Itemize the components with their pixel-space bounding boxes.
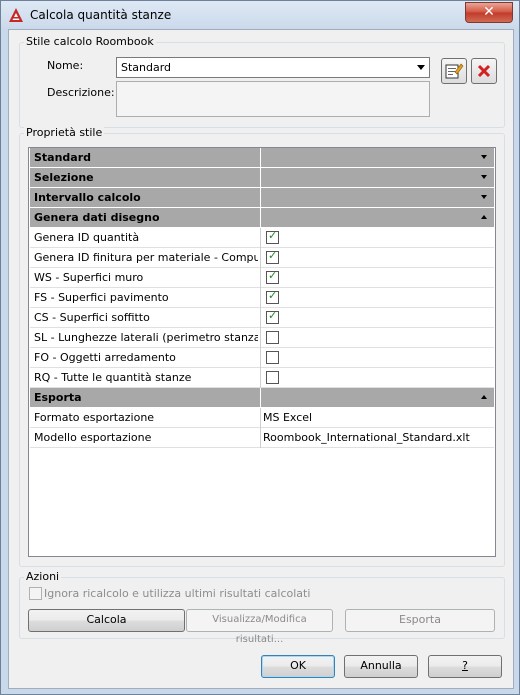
property-grid[interactable]: Standard Selezione Intervallo calcolo Gener… (28, 147, 496, 557)
description-field[interactable] (116, 81, 430, 117)
view-edit-results-button[interactable]: Visualizza/Modifica risultati... (186, 609, 333, 645)
column-divider (260, 288, 261, 308)
style-group-label: Stile calcolo Roombook (24, 35, 156, 48)
calcola-button[interactable]: Calcola (28, 609, 185, 632)
property-label: Genera ID quantità (34, 231, 140, 244)
property-checkbox[interactable]: ✓ (266, 229, 279, 244)
column-divider (260, 228, 261, 248)
property-checkbox[interactable]: ✓ (266, 269, 279, 284)
expand-arrow-icon[interactable] (481, 175, 487, 179)
close-button[interactable]: ✕ (465, 2, 513, 23)
category-label: Esporta (34, 391, 82, 404)
help-button[interactable]: ? (428, 655, 502, 678)
property-label: SL - Lunghezze laterali (perimetro stanz… (34, 331, 258, 344)
property-row[interactable]: FO - Oggetti arredamento (30, 348, 494, 368)
column-divider (260, 428, 261, 448)
property-value[interactable]: MS Excel (263, 411, 312, 424)
cancel-button[interactable]: Annulla (344, 655, 418, 678)
ignore-recalc-checkbox[interactable] (29, 587, 42, 600)
collapse-arrow-icon[interactable] (481, 215, 487, 219)
checkmark-icon: ✓ (268, 289, 278, 302)
title-bar[interactable]: Calcola quantità stanze ✕ (1, 1, 519, 29)
property-row[interactable]: SL - Lunghezze laterali (perimetro stanz… (30, 328, 494, 348)
checkmark-icon: ✓ (268, 269, 278, 282)
property-category-row[interactable]: Standard (30, 148, 494, 168)
property-label: WS - Superfici muro (34, 271, 144, 284)
checkmark-icon: ✓ (268, 249, 278, 262)
ignore-recalc-label: Ignora ricalcolo e utilizza ultimi risul… (44, 587, 311, 600)
edit-style-icon (445, 63, 464, 79)
category-label: Intervallo calcolo (34, 191, 141, 204)
expand-arrow-icon[interactable] (481, 195, 487, 199)
property-label: CS - Superfici soffitto (34, 311, 150, 324)
property-row[interactable]: Modello esportazione Roombook_Internation… (30, 428, 494, 448)
description-label: Descrizione: (47, 86, 115, 99)
property-label: Genera ID finitura per materiale - Compu… (34, 251, 258, 264)
column-divider (260, 148, 261, 168)
expand-arrow-icon[interactable] (481, 155, 487, 159)
column-divider (260, 368, 261, 388)
property-row[interactable]: RQ - Tutte le quantità stanze (30, 368, 494, 388)
property-label: Formato esportazione (34, 411, 155, 424)
dialog-client: Stile calcolo Roombook Nome: Standard De… (8, 29, 514, 689)
column-divider (260, 268, 261, 288)
help-label: ? (462, 659, 468, 672)
property-label: FO - Oggetti arredamento (34, 351, 176, 364)
edit-style-button[interactable] (441, 58, 467, 84)
property-checkbox[interactable] (266, 331, 279, 344)
ok-button[interactable]: OK (261, 655, 335, 678)
column-divider (260, 188, 261, 208)
property-row[interactable]: Genera ID quantità ✓ (30, 228, 494, 248)
collapse-arrow-icon[interactable] (481, 395, 487, 399)
category-label: Selezione (34, 171, 94, 184)
delete-style-button[interactable] (471, 58, 497, 84)
window-title: Calcola quantità stanze (30, 8, 172, 22)
property-checkbox[interactable]: ✓ (266, 289, 279, 304)
chevron-down-icon (417, 65, 425, 70)
column-divider (260, 348, 261, 368)
checkmark-icon: ✓ (268, 309, 278, 322)
actions-group-label: Azioni (24, 570, 62, 583)
export-button[interactable]: Esporta (345, 609, 495, 632)
property-value[interactable]: Roombook_International_Standard.xlt (263, 431, 470, 444)
property-row[interactable]: FS - Superfici pavimento ✓ (30, 288, 494, 308)
column-divider (260, 388, 261, 408)
delete-x-icon (477, 64, 491, 78)
name-label: Nome: (47, 59, 84, 72)
property-row[interactable]: Formato esportazione MS Excel (30, 408, 494, 428)
property-row[interactable]: WS - Superfici muro ✓ (30, 268, 494, 288)
property-checkbox[interactable] (266, 371, 279, 384)
property-category-row[interactable]: Intervallo calcolo (30, 188, 494, 208)
property-category-row[interactable]: Selezione (30, 168, 494, 188)
properties-group-label: Proprietà stile (24, 126, 105, 139)
property-row[interactable]: Genera ID finitura per materiale - Compu… (30, 248, 494, 268)
checkmark-icon: ✓ (268, 229, 278, 242)
category-label: Genera dati disegno (34, 211, 160, 224)
column-divider (260, 328, 261, 348)
property-row[interactable]: CS - Superfici soffitto ✓ (30, 308, 494, 328)
property-checkbox[interactable]: ✓ (266, 249, 279, 264)
property-label: Modello esportazione (34, 431, 152, 444)
property-label: RQ - Tutte le quantità stanze (34, 371, 192, 384)
dialog-window: Calcola quantità stanze ✕ Stile calcolo … (0, 0, 520, 695)
property-label: FS - Superfici pavimento (34, 291, 169, 304)
category-label: Standard (34, 151, 92, 164)
style-name-value: Standard (121, 61, 172, 74)
autocad-logo-icon (9, 8, 23, 22)
column-divider (260, 208, 261, 228)
property-category-row[interactable]: Esporta (30, 388, 494, 408)
property-checkbox[interactable]: ✓ (266, 309, 279, 324)
property-category-row[interactable]: Genera dati disegno (30, 208, 494, 228)
style-name-dropdown[interactable]: Standard (116, 57, 430, 78)
column-divider (260, 408, 261, 428)
column-divider (260, 248, 261, 268)
column-divider (260, 168, 261, 188)
column-divider (260, 308, 261, 328)
property-checkbox[interactable] (266, 351, 279, 364)
